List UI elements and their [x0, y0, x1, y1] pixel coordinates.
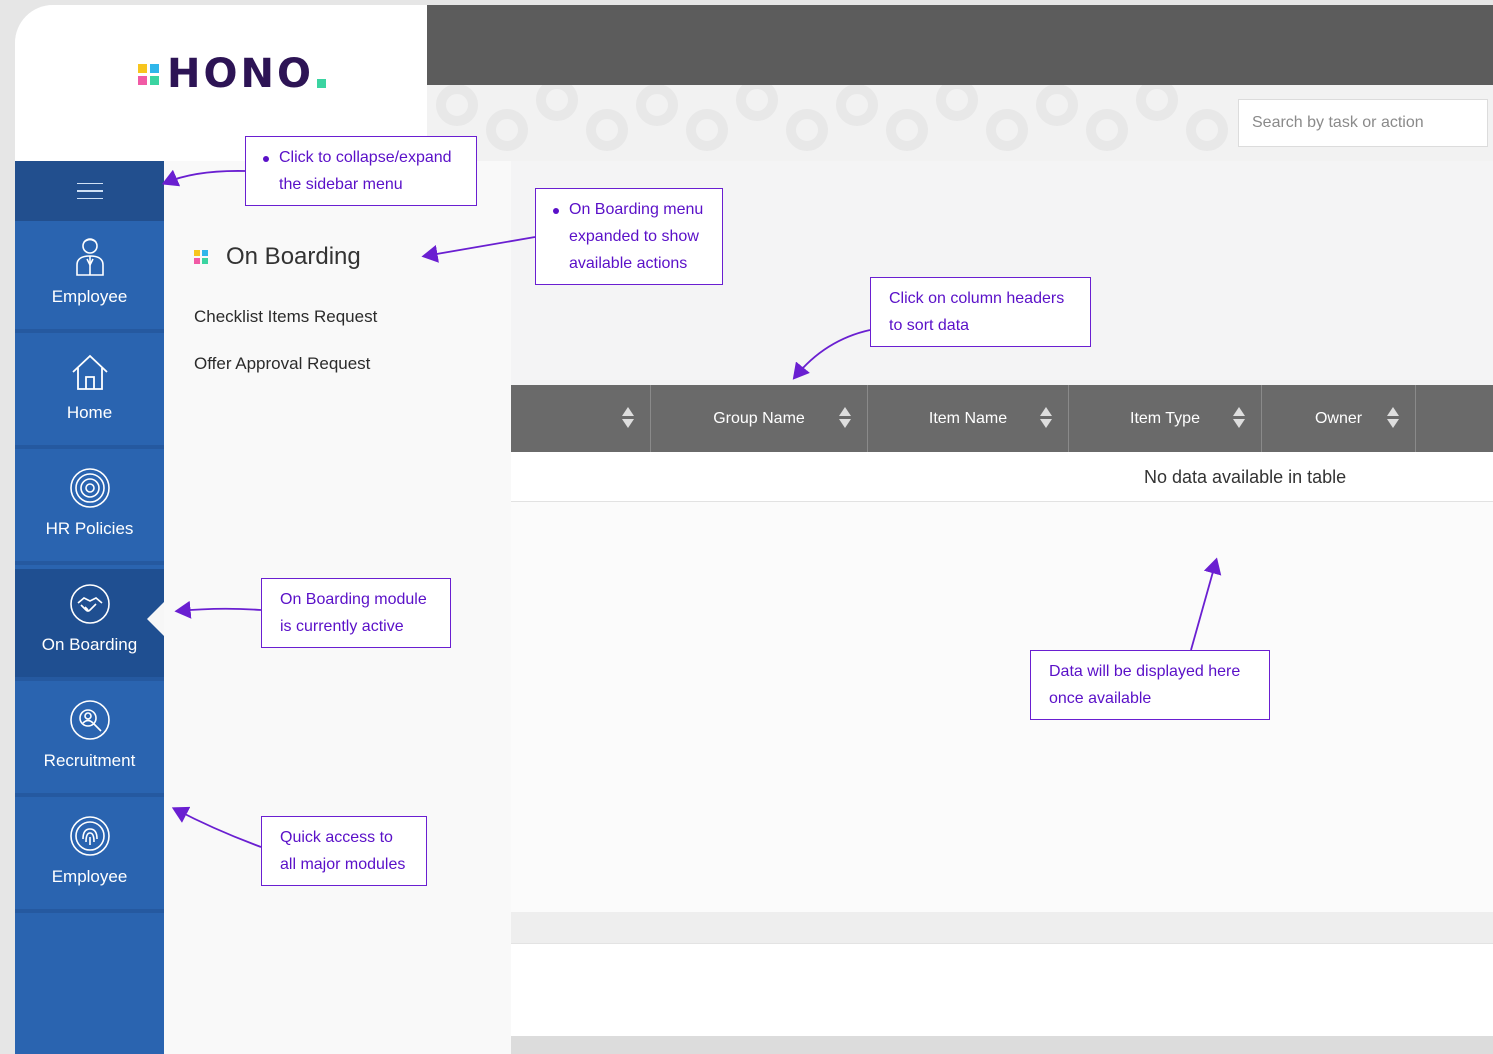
- annotation-quick: Quick access to all major modules: [261, 816, 427, 886]
- annotation-line: expanded to show: [569, 228, 699, 245]
- user-icon: [69, 235, 111, 277]
- column-header-label: Item Name: [928, 409, 1008, 427]
- sort-icon: [1233, 407, 1245, 429]
- annotation-line: is currently active: [280, 618, 404, 635]
- annotation-collapse: Click to collapse/expand the sidebar men…: [245, 136, 477, 206]
- submenu-link-checklist-items-request[interactable]: Checklist Items Request: [194, 307, 377, 327]
- annotation-line: Click on column headers: [889, 290, 1065, 307]
- table-body: [511, 502, 1493, 912]
- annotation-line: all major modules: [280, 856, 406, 873]
- sort-icon: [622, 407, 634, 429]
- annotation-data: Data will be displayed here once availab…: [1030, 650, 1270, 720]
- sidebar-item-employee[interactable]: Employee: [15, 221, 164, 333]
- hono-logo: HONO: [138, 51, 326, 97]
- annotation-line: On Boarding menu: [569, 201, 704, 218]
- sidebar-toggle-button[interactable]: [15, 161, 164, 221]
- annotation-sort: Click on column headers to sort data: [870, 277, 1091, 347]
- sidebar-item-label: On Boarding: [41, 635, 138, 654]
- hamburger-icon: [76, 177, 103, 206]
- column-header-label: Owner: [1314, 409, 1363, 427]
- sidebar-item-employee-2[interactable]: Employee: [15, 801, 164, 913]
- column-header-label: Item Type: [1130, 409, 1200, 427]
- sidebar-item-label: Employee: [51, 287, 128, 306]
- empty-table-message: No data available in table: [1144, 467, 1347, 487]
- annotation-submenu: On Boarding menu expanded to show availa…: [535, 188, 723, 285]
- horizontal-scrollbar[interactable]: [511, 1036, 1493, 1054]
- table-row: No data available in table: [511, 452, 1493, 502]
- sidebar-item-hr-policies[interactable]: HR Policies: [15, 453, 164, 565]
- submenu-header: On Boarding: [194, 243, 361, 271]
- active-indicator: [147, 601, 165, 637]
- sidebar-item-label: Recruitment: [43, 751, 136, 770]
- sort-icon: [839, 407, 851, 429]
- table-header: Group Name Item Name Item Type Owner: [511, 385, 1493, 452]
- sidebar-item-recruitment[interactable]: Recruitment: [15, 685, 164, 797]
- column-header-item-type[interactable]: Item Type: [1069, 385, 1262, 452]
- annotation-line: to sort data: [889, 317, 970, 334]
- sidebar-item-label: Employee: [51, 867, 128, 886]
- table-footer: [511, 912, 1493, 944]
- annotation-line: once available: [1049, 690, 1152, 707]
- brand-name: HONO: [167, 51, 314, 97]
- sidebar-item-label: HR Policies: [45, 519, 134, 538]
- target-icon: [69, 467, 111, 509]
- column-header-label: Group Name: [713, 409, 805, 427]
- search-input[interactable]: [1238, 99, 1488, 147]
- logo-mark-icon: [138, 63, 159, 85]
- sidebar: Employee Home HR Policies On Boarding Re…: [15, 161, 165, 1054]
- fingerprint-icon: [69, 815, 111, 857]
- annotation-active: On Boarding module is currently active: [261, 578, 451, 648]
- sort-icon: [1387, 407, 1399, 429]
- bottom-area: [511, 944, 1493, 1036]
- submenu-title: On Boarding: [226, 243, 361, 270]
- annotation-line: On Boarding module: [280, 591, 427, 608]
- column-header-owner[interactable]: Owner: [1262, 385, 1416, 452]
- sidebar-item-label: Home: [66, 403, 113, 422]
- annotation-line: the sidebar menu: [279, 176, 403, 193]
- column-header-blank[interactable]: [511, 385, 651, 452]
- sidebar-item-home[interactable]: Home: [15, 337, 164, 449]
- annotation-line: Click to collapse/expand: [279, 149, 452, 166]
- column-header-group-name[interactable]: Group Name: [651, 385, 868, 452]
- annotation-line: Data will be displayed here: [1049, 663, 1241, 680]
- submenu-link-offer-approval-request[interactable]: Offer Approval Request: [194, 354, 370, 374]
- column-header-item-name[interactable]: Item Name: [868, 385, 1069, 452]
- top-bar: [427, 5, 1493, 85]
- logo-dot: [316, 78, 326, 88]
- annotation-line: available actions: [569, 255, 688, 272]
- sort-icon: [1040, 407, 1052, 429]
- sidebar-item-on-boarding[interactable]: On Boarding: [15, 569, 165, 681]
- home-icon: [69, 351, 111, 393]
- module-mark-icon: [194, 250, 208, 264]
- search-person-icon: [69, 699, 111, 741]
- handshake-icon: [69, 583, 111, 625]
- app-window: HONO Employee: [15, 5, 1493, 1054]
- annotation-line: Quick access to: [280, 829, 393, 846]
